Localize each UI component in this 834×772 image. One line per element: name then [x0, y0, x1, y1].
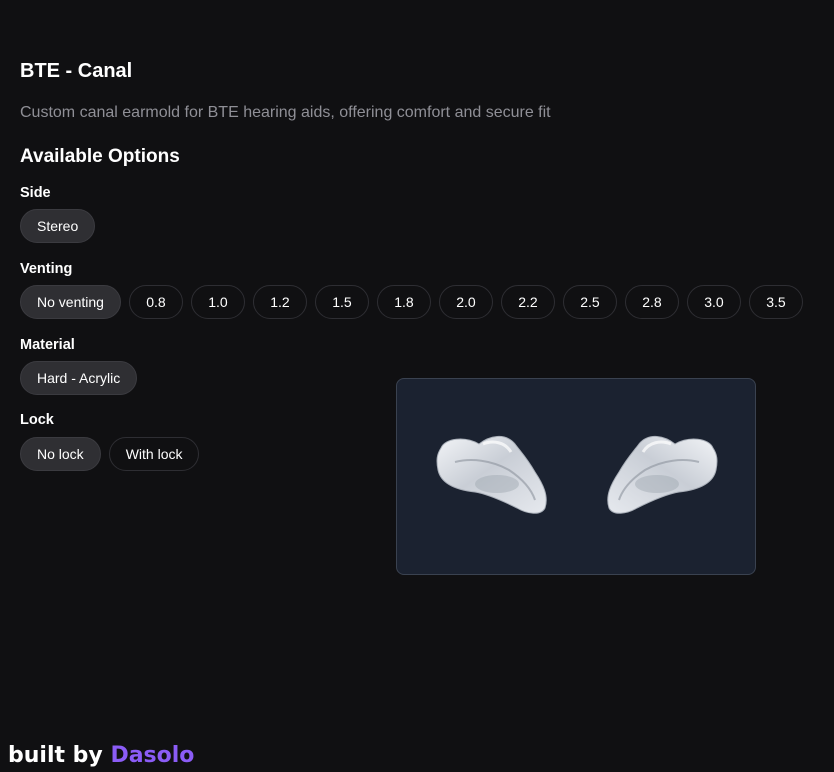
- side-option-stereo[interactable]: Stereo: [20, 209, 96, 243]
- earmold-preview[interactable]: [396, 378, 756, 575]
- venting-option-none[interactable]: No venting: [20, 285, 121, 319]
- left-earmold-image: [436, 436, 547, 514]
- venting-option-2-8[interactable]: 2.8: [624, 285, 679, 319]
- product-title: BTE - Canal: [20, 60, 133, 82]
- venting-option-1-2[interactable]: 1.2: [252, 285, 307, 319]
- product-description: Custom canal earmold for BTE hearing aid…: [20, 104, 551, 121]
- lock-label: Lock: [20, 412, 54, 428]
- venting-option-1-0[interactable]: 1.0: [190, 285, 245, 319]
- venting-option-2-0[interactable]: 2.0: [438, 285, 493, 319]
- lock-option-no-lock[interactable]: No lock: [20, 437, 101, 471]
- venting-option-0-8[interactable]: 0.8: [128, 285, 183, 319]
- side-label: Side: [20, 185, 51, 201]
- options-heading: Available Options: [20, 146, 180, 167]
- built-by-footer: built by Dasolo: [8, 742, 194, 770]
- lock-option-with-lock[interactable]: With lock: [108, 437, 200, 471]
- venting-option-2-5[interactable]: 2.5: [562, 285, 617, 319]
- venting-option-3-0[interactable]: 3.0: [686, 285, 741, 319]
- right-earmold-image: [607, 436, 718, 514]
- brand-link[interactable]: Dasolo: [110, 743, 194, 768]
- material-label: Material: [20, 337, 75, 353]
- material-option-hard-acrylic[interactable]: Hard - Acrylic: [20, 361, 138, 395]
- venting-label: Venting: [20, 261, 73, 277]
- venting-options: No venting 0.8 1.0 1.2 1.5 1.8 2.0 2.2 2…: [20, 285, 803, 319]
- venting-option-3-5[interactable]: 3.5: [748, 285, 803, 319]
- venting-option-1-5[interactable]: 1.5: [314, 285, 369, 319]
- product-page: BTE - Canal Custom canal earmold for BTE…: [0, 0, 834, 772]
- side-options: Stereo: [20, 209, 96, 243]
- material-options: Hard - Acrylic: [20, 361, 138, 395]
- venting-option-1-8[interactable]: 1.8: [376, 285, 431, 319]
- built-by-text: built by: [8, 743, 103, 768]
- lock-options: No lock With lock: [20, 437, 200, 471]
- venting-option-2-2[interactable]: 2.2: [500, 285, 555, 319]
